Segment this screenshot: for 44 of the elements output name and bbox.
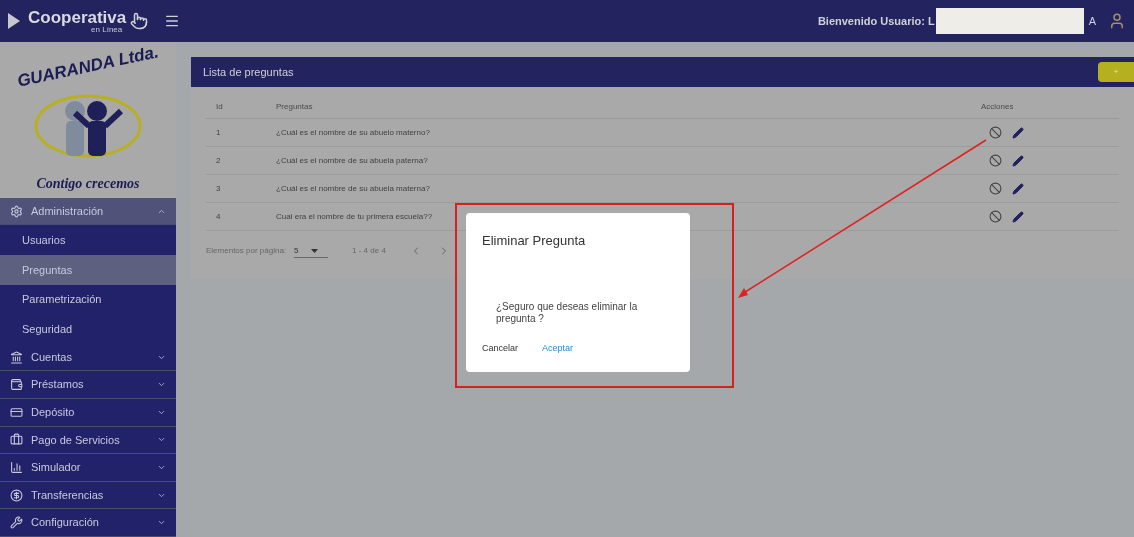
table-cell-text: ¿Cuál es el nombre de su abuelo materno?	[276, 126, 431, 139]
dialog-title: Eliminar Pregunta	[482, 232, 587, 250]
edit-icon[interactable]	[1012, 210, 1024, 223]
menu-item[interactable]: Administración	[0, 197, 176, 226]
user-avatar-icon[interactable]	[1108, 12, 1126, 30]
card-title: Lista de preguntas	[203, 64, 295, 80]
table-cell-text: 2	[215, 154, 222, 167]
table-cell-text: 1	[215, 126, 222, 139]
card-icon	[10, 405, 23, 419]
dropdown-caret-icon	[310, 248, 318, 253]
column-header: Preguntas	[276, 100, 314, 113]
play-logo-icon	[8, 13, 20, 29]
table-cell-text: 4	[215, 210, 222, 223]
delete-icon[interactable]	[989, 126, 1002, 139]
hand-pointer-icon	[130, 12, 149, 30]
briefcase-icon	[10, 433, 23, 447]
welcome-text: Bienvenido Usuario: L	[817, 13, 935, 29]
table-cell-text: 3	[215, 182, 222, 195]
column-header: Id	[215, 100, 224, 113]
submenu-item[interactable]: Preguntas	[0, 255, 176, 285]
edit-icon[interactable]	[1012, 126, 1024, 139]
page-size-select[interactable]: 5	[294, 244, 329, 258]
delete-icon[interactable]	[989, 154, 1002, 167]
dollar-icon	[10, 488, 23, 502]
bank-icon	[10, 350, 23, 364]
wallet-icon	[10, 378, 23, 392]
table-cell-text: ¿Cuál es el nombre de su abuela paterna?	[276, 154, 429, 167]
edit-icon[interactable]	[1012, 154, 1024, 167]
delete-icon[interactable]	[989, 182, 1002, 195]
delete-icon[interactable]	[989, 210, 1002, 223]
accept-button[interactable]: Aceptar	[542, 341, 574, 355]
wrench-icon	[10, 516, 23, 530]
brand-subtitle: en Línea	[91, 25, 123, 34]
menu-icon[interactable]	[164, 13, 181, 29]
edit-icon[interactable]	[1012, 182, 1024, 195]
bar-chart-icon	[10, 460, 23, 474]
brand-name: Cooperativa	[28, 8, 127, 26]
table-cell-text: ¿Cuál es el nombre de su abuela materna?	[276, 182, 431, 195]
welcome-text-end: A	[1088, 13, 1096, 29]
dialog-message: ¿Seguro que deseas eliminar la pregunta ?	[496, 300, 639, 326]
table-cell-text: Cual era el nombre de tu primera escuela??	[276, 210, 434, 223]
column-header: Acciones	[981, 100, 1014, 113]
cancel-button[interactable]: Cancelar	[482, 341, 519, 355]
gear-icon	[10, 204, 23, 218]
